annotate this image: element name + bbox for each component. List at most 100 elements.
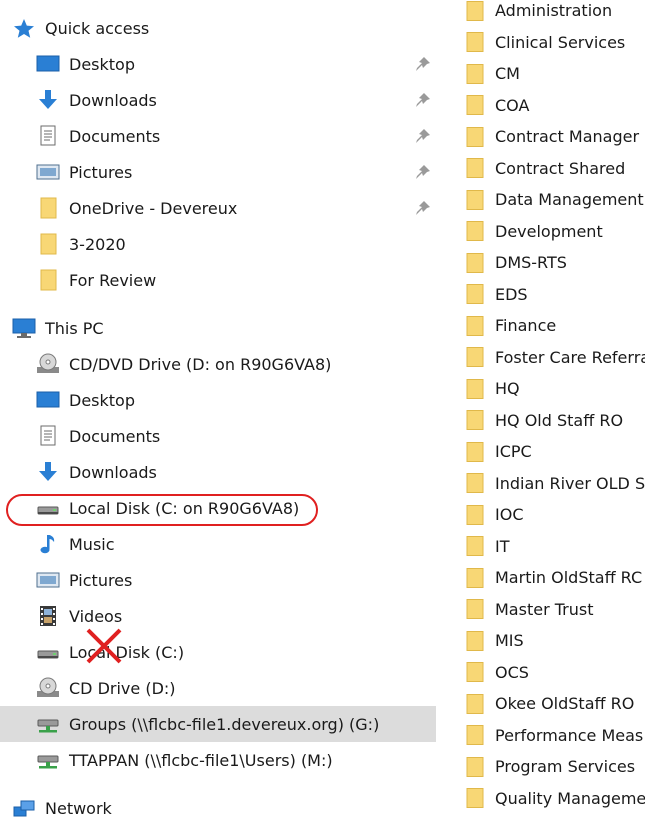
this-pc-item-ttappan-drive[interactable]: TTAPPAN (\\flcbc-file1\Users) (M:) bbox=[0, 742, 450, 778]
this-pc-item-groups-drive[interactable]: Groups (\\flcbc-file1.devereux.org) (G:) bbox=[0, 706, 436, 742]
folder-label: Finance bbox=[495, 316, 557, 335]
nav-quick-access[interactable]: Quick access bbox=[0, 10, 450, 46]
this-pc-item-cd-drive[interactable]: CD Drive (D:) bbox=[0, 670, 450, 706]
folder-item[interactable]: Contract Manager bbox=[466, 121, 645, 152]
network-drive-icon bbox=[36, 749, 60, 771]
this-pc-item-music[interactable]: Music bbox=[0, 526, 450, 562]
pin-icon[interactable] bbox=[414, 91, 432, 109]
quick-access-item-3-2020[interactable]: 3-2020 bbox=[0, 226, 450, 262]
folder-item[interactable]: ICPC bbox=[466, 436, 645, 467]
folder-item[interactable]: Contract Shared bbox=[466, 153, 645, 184]
this-pc-item-cd-dvd-drive[interactable]: CD/DVD Drive (D: on R90G6VA8) bbox=[0, 346, 450, 382]
folder-item[interactable]: Quality Manageme bbox=[466, 783, 645, 814]
nav-label: Pictures bbox=[69, 162, 133, 182]
nav-label: CD/DVD Drive (D: on R90G6VA8) bbox=[69, 354, 332, 374]
document-icon bbox=[36, 125, 60, 147]
folder-label: CM bbox=[495, 64, 520, 83]
folder-item[interactable]: MIS bbox=[466, 625, 645, 656]
folder-icon bbox=[36, 197, 60, 219]
folder-icon bbox=[466, 693, 485, 714]
folder-item[interactable]: HQ bbox=[466, 373, 645, 404]
folder-item[interactable]: Master Trust bbox=[466, 594, 645, 625]
download-arrow-icon bbox=[36, 461, 60, 483]
folder-item[interactable]: EDS bbox=[466, 279, 645, 310]
cd-drive-icon bbox=[36, 677, 60, 699]
download-arrow-icon bbox=[36, 89, 60, 111]
folder-icon bbox=[466, 95, 485, 115]
nav-label: Groups (\\flcbc-file1.devereux.org) (G:) bbox=[69, 714, 380, 734]
nav-label: This PC bbox=[45, 318, 104, 338]
folder-label: OCS bbox=[495, 662, 529, 682]
nav-label: Desktop bbox=[69, 390, 135, 410]
nav-this-pc[interactable]: This PC bbox=[0, 310, 450, 346]
quick-access-item-pictures[interactable]: Pictures bbox=[0, 154, 450, 190]
folder-item[interactable]: Program Services bbox=[466, 751, 645, 782]
folder-icon bbox=[466, 567, 485, 588]
pictures-icon bbox=[36, 161, 60, 183]
folder-icon bbox=[466, 252, 485, 273]
this-pc-item-local-disk-c[interactable]: Local Disk (C:) bbox=[0, 634, 450, 670]
this-pc-item-documents[interactable]: Documents bbox=[0, 418, 450, 454]
folder-item[interactable]: Development bbox=[466, 216, 645, 247]
nav-label: Downloads bbox=[69, 90, 157, 110]
folder-item[interactable]: HQ Old Staff RO bbox=[466, 405, 645, 436]
folder-label: Development bbox=[495, 221, 603, 241]
pictures-icon bbox=[36, 569, 60, 591]
folder-icon bbox=[466, 473, 485, 493]
folder-label: EDS bbox=[495, 284, 528, 304]
pin-icon[interactable] bbox=[414, 55, 432, 73]
folder-icon bbox=[466, 662, 485, 682]
folder-item[interactable]: IOC bbox=[466, 499, 645, 530]
this-pc-item-videos[interactable]: Videos bbox=[0, 598, 450, 634]
nav-label: 3-2020 bbox=[69, 234, 126, 254]
folder-item[interactable]: Indian River OLD S bbox=[466, 468, 645, 499]
cd-drive-icon bbox=[36, 353, 60, 375]
quick-access-item-downloads[interactable]: Downloads bbox=[0, 82, 450, 118]
this-pc-item-pictures[interactable]: Pictures bbox=[0, 562, 450, 598]
pin-icon[interactable] bbox=[414, 199, 432, 217]
quick-access-item-desktop[interactable]: Desktop bbox=[0, 46, 450, 82]
pin-icon[interactable] bbox=[414, 127, 432, 145]
pin-icon[interactable] bbox=[414, 163, 432, 181]
quick-access-item-onedrive[interactable]: OneDrive - Devereux bbox=[0, 190, 450, 226]
folder-item[interactable]: Okee OldStaff RO bbox=[466, 688, 645, 719]
folder-icon bbox=[466, 32, 485, 52]
nav-label: Documents bbox=[69, 126, 161, 146]
folder-label: Contract Shared bbox=[495, 158, 626, 178]
folder-item[interactable]: COA bbox=[466, 90, 645, 121]
folder-label: COA bbox=[495, 95, 530, 115]
nav-label: OneDrive - Devereux bbox=[69, 198, 238, 218]
quick-access-item-documents[interactable]: Documents bbox=[0, 118, 450, 154]
this-pc-item-downloads[interactable]: Downloads bbox=[0, 454, 450, 490]
folder-label: IOC bbox=[495, 505, 524, 524]
folder-item[interactable]: IT bbox=[466, 531, 645, 562]
folder-icon bbox=[466, 63, 485, 84]
folder-icon bbox=[466, 536, 485, 556]
folder-item[interactable]: Clinical Services bbox=[466, 27, 645, 58]
folder-item[interactable]: DMS-RTS bbox=[466, 247, 645, 278]
folder-item[interactable]: Martin OldStaff RC bbox=[466, 562, 645, 593]
folder-label: Clinical Services bbox=[495, 32, 626, 52]
folder-item[interactable]: Data Management bbox=[466, 184, 645, 215]
quick-access-item-for-review[interactable]: For Review bbox=[0, 262, 450, 298]
folder-item[interactable]: OCS bbox=[466, 657, 645, 688]
folder-item[interactable]: Performance Meas bbox=[466, 720, 645, 751]
folder-icon bbox=[466, 126, 485, 147]
folder-label: Indian River OLD S bbox=[495, 473, 645, 493]
folder-icon bbox=[36, 233, 60, 255]
this-pc-item-desktop[interactable]: Desktop bbox=[0, 382, 450, 418]
annotation-circle bbox=[6, 494, 318, 526]
folder-item[interactable]: Administration bbox=[466, 0, 645, 26]
network-drive-icon bbox=[36, 713, 60, 735]
folder-label: Martin OldStaff RC bbox=[495, 568, 643, 587]
music-note-icon bbox=[36, 533, 60, 555]
folder-item[interactable]: CM bbox=[466, 58, 645, 89]
folder-item[interactable]: Finance bbox=[466, 310, 645, 341]
network-icon bbox=[12, 797, 36, 819]
film-strip-icon bbox=[36, 605, 60, 627]
folder-icon bbox=[466, 347, 485, 367]
folder-icon bbox=[466, 158, 485, 178]
folder-item[interactable]: Foster Care Referra bbox=[466, 342, 645, 373]
folder-icon bbox=[466, 315, 485, 336]
folder-label: IT bbox=[495, 536, 510, 556]
